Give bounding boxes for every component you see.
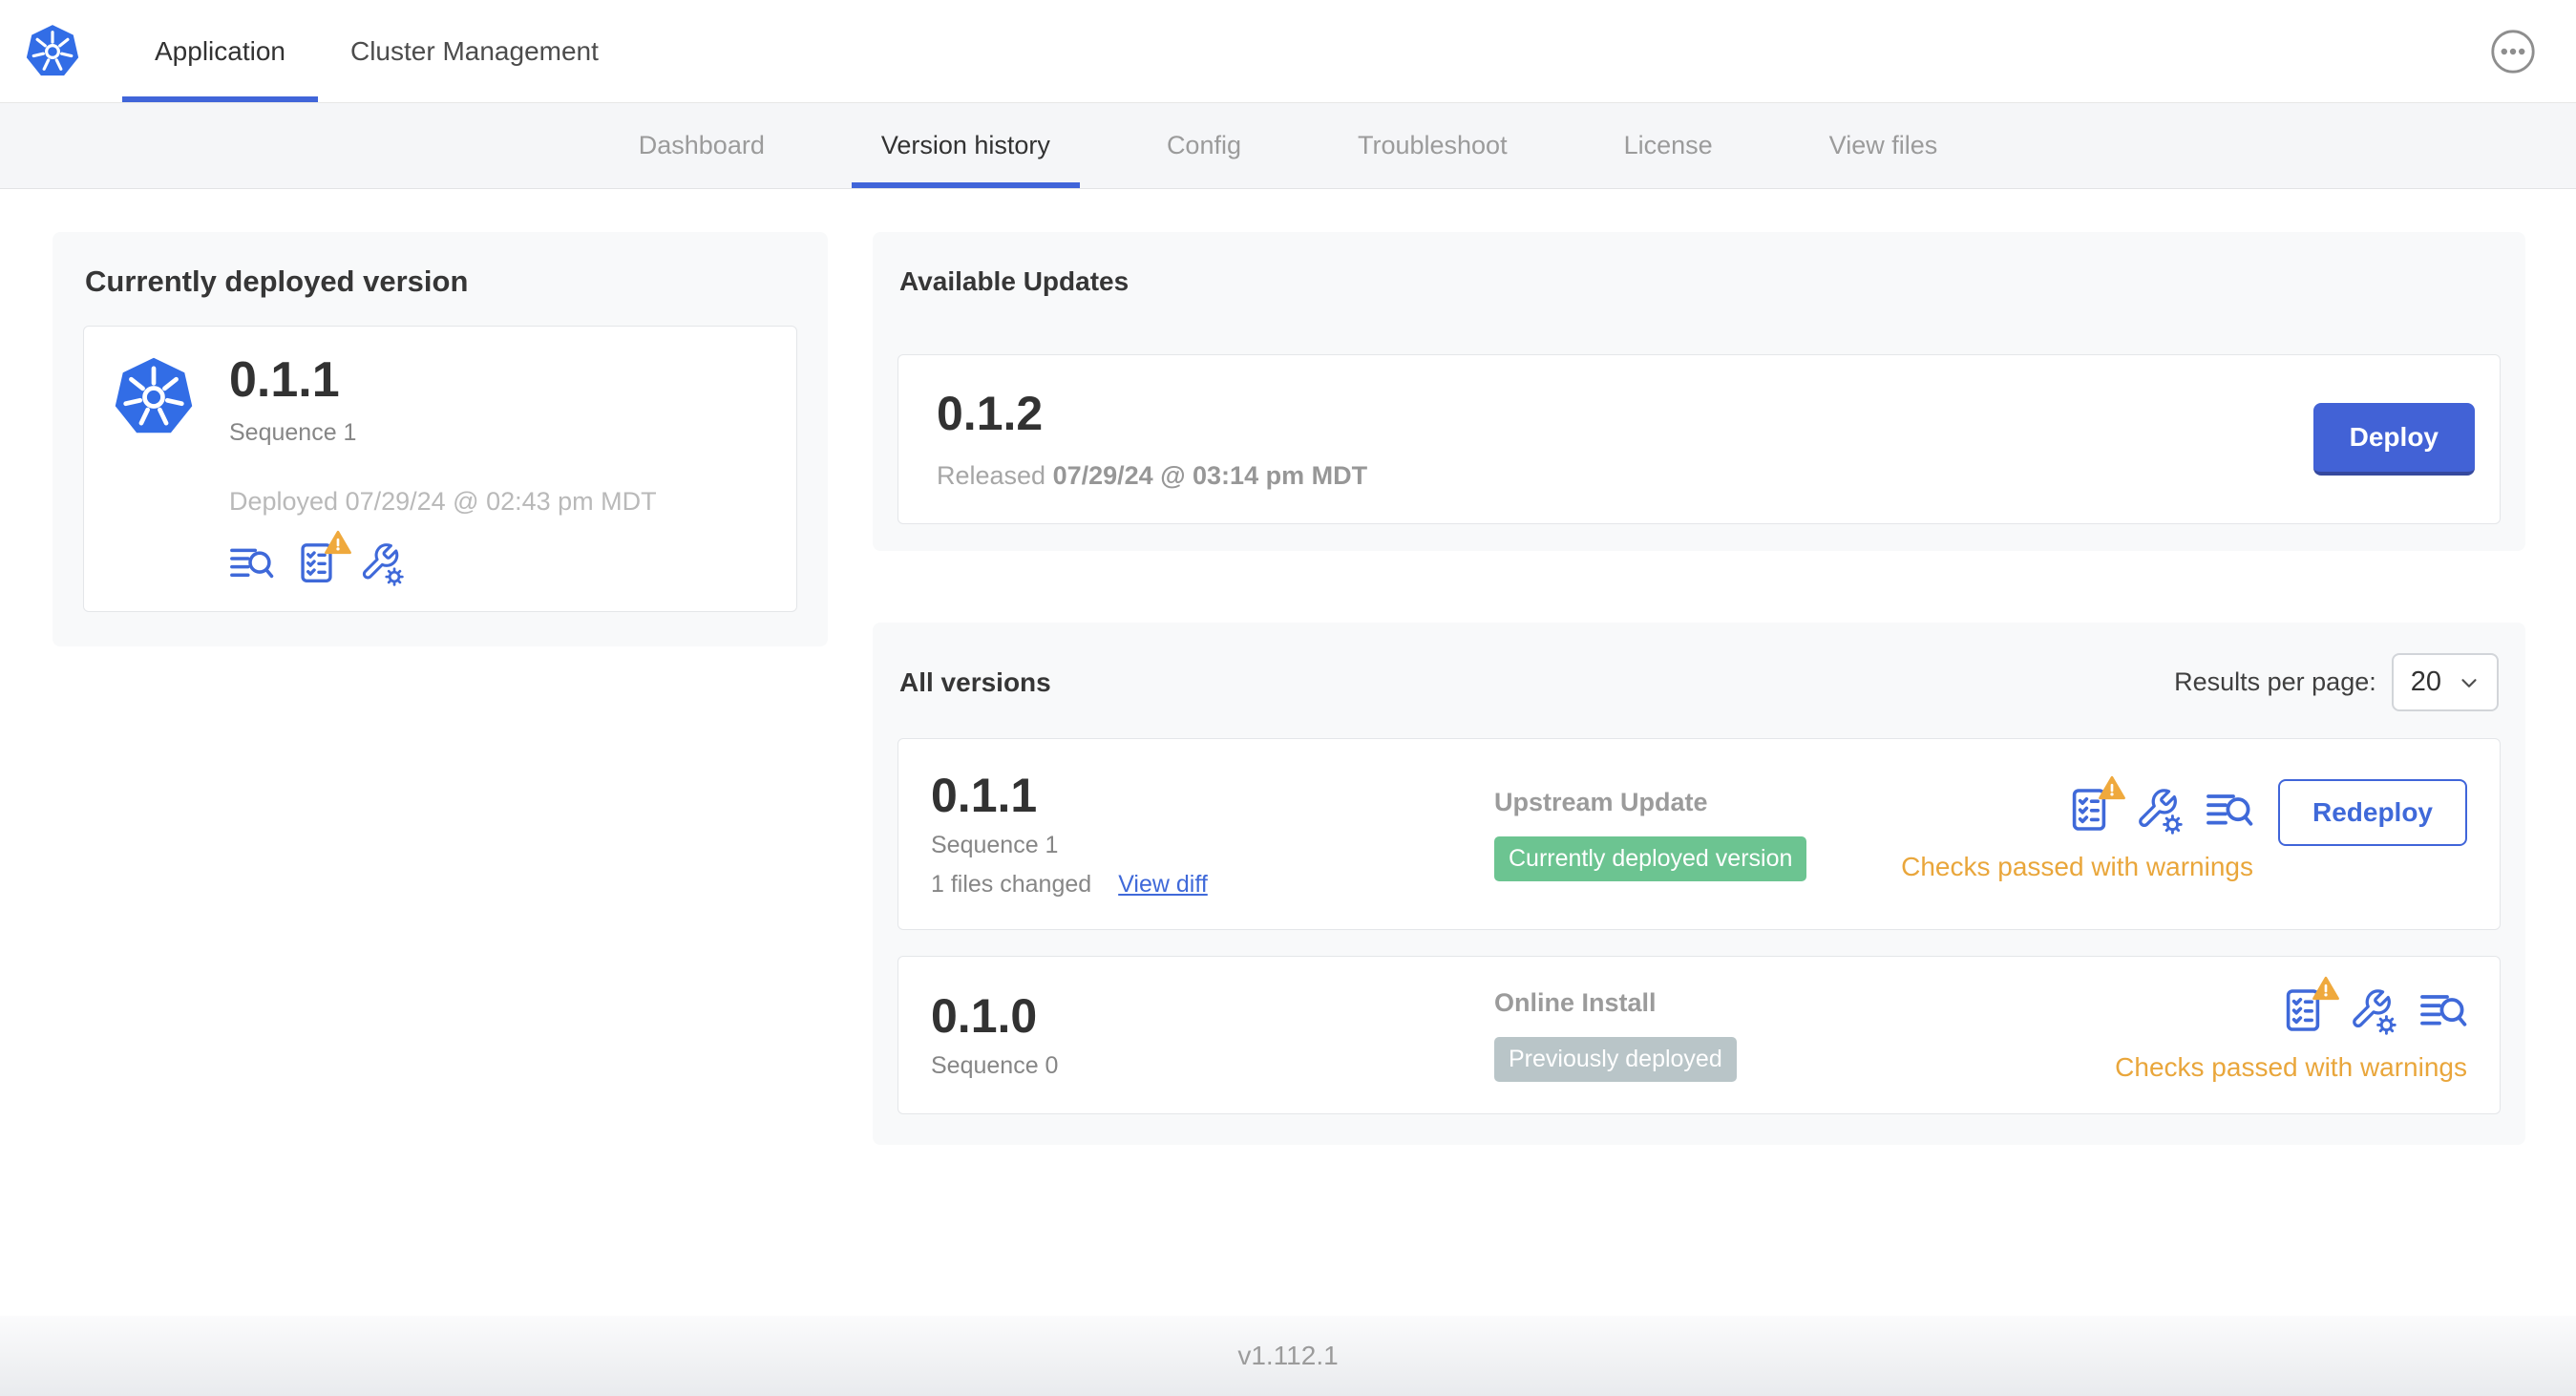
config-icon[interactable] — [2349, 987, 2397, 1035]
row-sequence: Sequence 0 — [931, 1052, 1059, 1079]
top-nav-right — [2490, 29, 2536, 74]
ellipsis-menu-icon[interactable] — [2490, 29, 2536, 74]
row-version-number: 0.1.1 — [931, 769, 1038, 822]
warning-triangle-icon — [2312, 975, 2339, 1002]
tab-license[interactable]: License — [1594, 103, 1742, 188]
checks-status-text[interactable]: Checks passed with warnings — [2115, 1052, 2467, 1083]
all-versions-panel: All versions Results per page: 20 0.1.1 … — [873, 623, 2525, 1145]
chevron-down-icon — [2457, 670, 2481, 695]
version-row: 0.1.1 Sequence 1 1 files changed View di… — [897, 738, 2501, 930]
logs-icon[interactable] — [2419, 987, 2467, 1035]
source-label: Upstream Update — [1494, 787, 1708, 816]
row-files-changed: 1 files changed View diff — [931, 871, 1494, 899]
available-updates-panel: Available Updates 0.1.2 Released 07/29/2… — [873, 232, 2525, 551]
released-prefix: Released — [937, 461, 1046, 490]
preflight-checks-warning-icon[interactable] — [295, 541, 338, 586]
version-actions: Checks passed with warnings Redeploy — [1901, 787, 2467, 882]
logs-icon[interactable] — [229, 541, 274, 586]
redeploy-button[interactable]: Redeploy — [2277, 778, 2467, 846]
app-footer: v1.112.1 — [0, 1316, 2576, 1396]
update-details: 0.1.2 Released 07/29/24 @ 03:14 pm MDT — [937, 388, 1367, 491]
version-info: 0.1.1 Sequence 1 1 files changed View di… — [931, 770, 1494, 899]
results-per-page-value: 20 — [2410, 666, 2441, 697]
right-column: Available Updates 0.1.2 Released 07/29/2… — [873, 232, 2525, 1145]
version-info: 0.1.0 Sequence 0 — [931, 990, 1494, 1080]
deploy-button[interactable]: Deploy — [2312, 403, 2475, 476]
current-version-number: 0.1.1 — [229, 352, 340, 408]
current-version-deployed-timestamp: Deployed 07/29/24 @ 02:43 pm MDT — [229, 487, 657, 517]
tab-dashboard[interactable]: Dashboard — [609, 103, 794, 188]
logs-icon[interactable] — [2206, 787, 2253, 835]
results-per-page-label: Results per page: — [2174, 667, 2376, 696]
view-diff-link[interactable]: View diff — [1118, 871, 1208, 899]
current-version-card: 0.1.1 Sequence 1 Deployed 07/29/24 @ 02:… — [83, 326, 797, 613]
preflight-checks-warning-icon[interactable] — [2280, 987, 2326, 1035]
preflight-checks-warning-icon[interactable] — [2066, 787, 2112, 835]
files-changed-text: 1 files changed — [931, 871, 1092, 898]
available-update-card: 0.1.2 Released 07/29/24 @ 03:14 pm MDT D… — [897, 354, 2501, 524]
top-nav: Application Cluster Management — [0, 0, 2576, 103]
kots-admin-console: Application Cluster Management Dashboard… — [0, 0, 2576, 1396]
currently-deployed-panel: Currently deployed version 0.1.1 Sequenc… — [53, 232, 828, 647]
checks-cluster: Checks passed with warnings — [1901, 787, 2253, 882]
source-label: Online Install — [1494, 988, 1657, 1017]
available-updates-title: Available Updates — [899, 266, 1130, 296]
all-versions-header: All versions Results per page: 20 — [899, 653, 2499, 711]
action-icons — [2066, 787, 2253, 835]
tab-config[interactable]: Config — [1137, 103, 1271, 188]
warning-triangle-icon — [325, 529, 351, 556]
current-version-sequence: Sequence 1 — [229, 419, 357, 447]
status-badge: Previously deployed — [1494, 1037, 1737, 1082]
config-icon[interactable] — [359, 541, 404, 586]
warning-triangle-icon — [2099, 774, 2125, 801]
version-source: Upstream Update Currently deployed versi… — [1494, 788, 1901, 881]
console-version: v1.112.1 — [1237, 1341, 1339, 1370]
all-versions-title: All versions — [899, 666, 1051, 697]
tab-version-history[interactable]: Version history — [852, 103, 1080, 188]
version-actions: Checks passed with warnings — [2115, 987, 2467, 1083]
checks-cluster: Checks passed with warnings — [2115, 987, 2467, 1083]
tab-application[interactable]: Application — [122, 0, 318, 102]
version-rows: 0.1.1 Sequence 1 1 files changed View di… — [897, 738, 2501, 1114]
version-row: 0.1.0 Sequence 0 Online Install Previous… — [897, 956, 2501, 1114]
currently-deployed-title: Currently deployed version — [85, 264, 469, 298]
update-released-timestamp: Released 07/29/24 @ 03:14 pm MDT — [937, 461, 1367, 491]
app-sub-nav: Dashboard Version history Config Trouble… — [0, 103, 2576, 189]
released-datetime: 07/29/24 @ 03:14 pm MDT — [1052, 461, 1368, 490]
tab-cluster-management[interactable]: Cluster Management — [318, 0, 631, 102]
row-version-number: 0.1.0 — [931, 989, 1038, 1043]
checks-status-text[interactable]: Checks passed with warnings — [1901, 852, 2253, 882]
kubernetes-logo-icon — [25, 24, 80, 79]
kubernetes-app-icon — [113, 355, 195, 439]
row-sequence: Sequence 1 — [931, 832, 1059, 858]
app-tabs: Application Cluster Management — [122, 0, 631, 102]
results-per-page: Results per page: 20 — [2174, 653, 2499, 711]
current-version-actions — [229, 541, 657, 586]
status-badge: Currently deployed version — [1494, 835, 1807, 881]
tab-troubleshoot[interactable]: Troubleshoot — [1328, 103, 1537, 188]
tab-view-files[interactable]: View files — [1800, 103, 1968, 188]
action-icons — [2280, 987, 2467, 1035]
results-per-page-select[interactable]: 20 — [2391, 653, 2499, 711]
update-version-number: 0.1.2 — [937, 387, 1044, 440]
current-version-details: 0.1.1 Sequence 1 Deployed 07/29/24 @ 02:… — [229, 352, 657, 586]
version-source: Online Install Previously deployed — [1494, 988, 2115, 1082]
config-icon[interactable] — [2135, 787, 2183, 835]
main-content: Currently deployed version 0.1.1 Sequenc… — [0, 189, 2576, 1145]
